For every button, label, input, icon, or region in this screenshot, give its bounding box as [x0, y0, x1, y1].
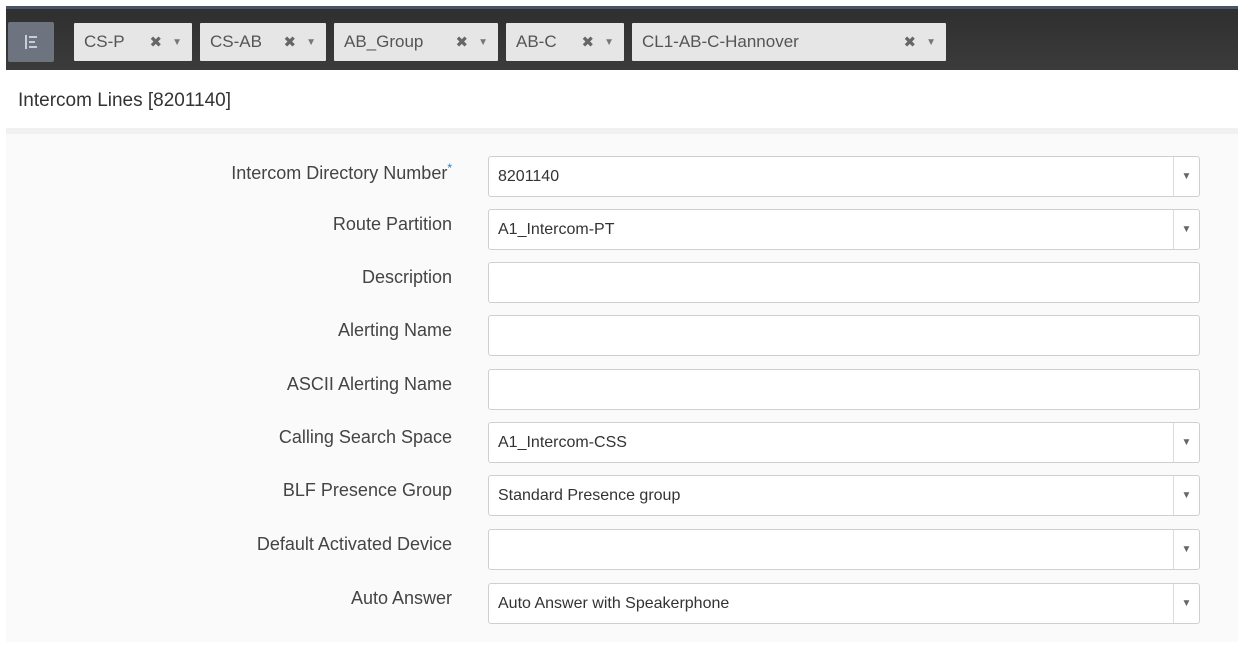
page-frame: CS-P ✖ ▼ CS-AB ✖ ▼ AB_Group ✖ ▼ AB-C ✖ ▼…: [6, 6, 1238, 642]
menu-button[interactable]: [8, 22, 54, 62]
ascii-alerting-name-input[interactable]: [488, 369, 1200, 410]
filter-chip-ab-c[interactable]: AB-C ✖ ▼: [506, 23, 624, 61]
filter-chip-cs-ab[interactable]: CS-AB ✖ ▼: [200, 23, 326, 61]
chevron-down-icon[interactable]: ▼: [1173, 423, 1199, 462]
chevron-down-icon[interactable]: ▼: [1173, 530, 1199, 569]
default-activated-device-select[interactable]: ▼: [488, 529, 1200, 570]
close-icon[interactable]: ✖: [456, 33, 469, 51]
chevron-down-icon[interactable]: ▼: [306, 37, 316, 48]
list-icon: [25, 35, 37, 49]
chevron-down-icon[interactable]: ▼: [1173, 476, 1199, 515]
field-value: Auto Answer with Speakerphone: [498, 594, 730, 612]
filter-chip-ab-group[interactable]: AB_Group ✖ ▼: [334, 23, 498, 61]
close-icon[interactable]: ✖: [150, 33, 163, 51]
field-value: A1_Intercom-PT: [498, 220, 615, 238]
close-icon[interactable]: ✖: [284, 33, 297, 51]
calling-search-space-select[interactable]: A1_Intercom-CSS ▼: [488, 422, 1200, 463]
chevron-down-icon[interactable]: ▼: [478, 37, 488, 48]
chip-label: CS-P: [84, 32, 125, 51]
auto-answer-label: Auto Answer: [350, 588, 452, 608]
chip-label: CL1-AB-C-Hannover: [642, 32, 799, 51]
filter-chip-cs-p[interactable]: CS-P ✖ ▼: [74, 23, 192, 61]
description-input[interactable]: [488, 262, 1200, 303]
route-partition-select[interactable]: A1_Intercom-PT ▼: [488, 209, 1200, 250]
chevron-down-icon[interactable]: ▼: [172, 37, 182, 48]
filter-chip-cl1-ab-c-hannover[interactable]: CL1-AB-C-Hannover ✖ ▼: [632, 23, 946, 61]
required-marker: *: [447, 161, 452, 175]
route-partition-label: Route Partition: [332, 214, 452, 234]
chip-label: AB-C: [516, 32, 557, 51]
page-title: Intercom Lines [8201140]: [18, 90, 232, 111]
chevron-down-icon[interactable]: ▼: [1173, 157, 1199, 196]
field-value: Standard Presence group: [498, 486, 681, 504]
close-icon[interactable]: ✖: [904, 33, 917, 51]
alerting-name-label: Alerting Name: [337, 320, 452, 340]
label-text: Intercom Directory Number: [231, 163, 448, 183]
close-icon[interactable]: ✖: [582, 33, 595, 51]
field-value: 8201140: [498, 167, 560, 185]
auto-answer-select[interactable]: Auto Answer with Speakerphone ▼: [488, 583, 1200, 624]
blf-presence-group-label: BLF Presence Group: [282, 480, 452, 500]
chevron-down-icon[interactable]: ▼: [1173, 210, 1199, 249]
chip-label: CS-AB: [210, 32, 262, 51]
field-value: A1_Intercom-CSS: [498, 433, 627, 451]
chip-label: AB_Group: [344, 32, 424, 51]
top-bar: CS-P ✖ ▼ CS-AB ✖ ▼ AB_Group ✖ ▼ AB-C ✖ ▼…: [6, 6, 1238, 70]
chevron-down-icon[interactable]: ▼: [1173, 584, 1199, 623]
description-label: Description: [361, 267, 452, 287]
alerting-name-input[interactable]: [488, 315, 1200, 356]
ascii-alerting-name-label: ASCII Alerting Name: [286, 374, 452, 394]
intercom-directory-number-label: Intercom Directory Number*: [231, 161, 452, 184]
default-activated-device-label: Default Activated Device: [256, 534, 452, 554]
calling-search-space-label: Calling Search Space: [278, 427, 452, 447]
chevron-down-icon[interactable]: ▼: [604, 37, 614, 48]
blf-presence-group-select[interactable]: Standard Presence group ▼: [488, 475, 1200, 516]
chevron-down-icon[interactable]: ▼: [926, 37, 936, 48]
intercom-directory-number-field[interactable]: 8201140 ▼: [488, 156, 1200, 197]
